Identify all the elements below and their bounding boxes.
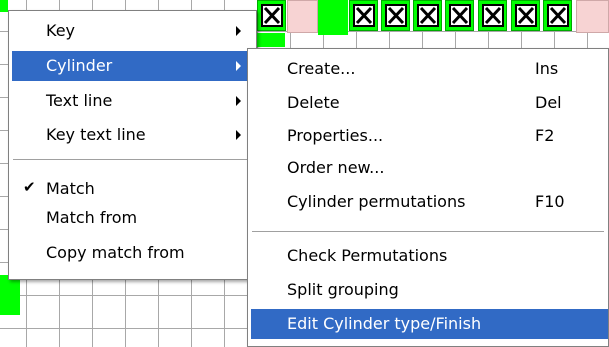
grid-cell-green[interactable] <box>0 275 20 315</box>
grid-cell-x-mark[interactable] <box>445 0 474 31</box>
menu-item-properties[interactable]: Properties... F2 <box>251 121 605 151</box>
x-mark-icon <box>549 6 567 25</box>
grid-cell-green[interactable] <box>257 33 285 47</box>
grid-cell-x-mark[interactable] <box>413 0 442 31</box>
checkmark-icon: ✔ <box>23 178 36 196</box>
grid-cell-x-mark[interactable] <box>257 0 286 31</box>
menu-item-text-line[interactable]: Text line <box>12 86 253 116</box>
grid-cell-x-mark[interactable] <box>478 0 507 31</box>
menu-item-label: Key text line <box>46 125 146 144</box>
menu-item-label: Key <box>46 21 76 40</box>
menu-item-create[interactable]: Create... Ins <box>251 54 605 84</box>
menu-item-label: Text line <box>46 91 113 110</box>
menu-item-check-permutations[interactable]: Check Permutations <box>251 241 605 271</box>
x-mark-icon <box>355 6 373 25</box>
menu-item-edit-cylinder-type[interactable]: Edit Cylinder type/Finish <box>251 309 608 339</box>
submenu-arrow-icon <box>236 26 241 36</box>
menu-item-label: Properties... <box>287 126 384 145</box>
menu-separator <box>13 159 252 160</box>
menu-item-delete[interactable]: Delete Del <box>251 88 605 118</box>
submenu-arrow-icon <box>236 96 241 106</box>
menu-item-label: Create... <box>287 59 356 78</box>
grid-cell-green[interactable] <box>318 0 348 35</box>
menu-item-label: Match from <box>46 208 138 227</box>
menu-item-copy-match-from[interactable]: Copy match from <box>12 238 253 268</box>
menu-item-cylinder-permutations[interactable]: Cylinder permutations F10 <box>251 187 605 217</box>
shortcut-label: Ins <box>535 59 559 78</box>
menu-item-cylinder[interactable]: Cylinder <box>12 51 253 81</box>
context-menu: Key Cylinder Text line Key text line ✔ M… <box>8 10 257 280</box>
grid-cell-x-mark[interactable] <box>349 0 378 31</box>
menu-item-match[interactable]: ✔ Match <box>12 174 253 204</box>
cylinder-submenu: Create... Ins Delete Del Properties... F… <box>247 48 609 347</box>
submenu-arrow-icon <box>236 130 241 140</box>
menu-item-key-text-line[interactable]: Key text line <box>12 120 253 150</box>
menu-item-split-grouping[interactable]: Split grouping <box>251 275 605 305</box>
menu-item-label: Edit Cylinder type/Finish <box>287 314 482 333</box>
grid-cell-green[interactable] <box>0 0 8 12</box>
menu-item-match-from[interactable]: Match from <box>12 203 253 233</box>
menu-item-label: Delete <box>287 93 340 112</box>
menu-item-order-new[interactable]: Order new... <box>251 153 605 183</box>
shortcut-label: F10 <box>535 192 565 211</box>
x-mark-icon <box>484 6 502 25</box>
menu-item-label: Cylinder <box>46 56 113 75</box>
grid-cell-x-mark[interactable] <box>381 0 410 31</box>
menu-item-label: Split grouping <box>287 280 399 299</box>
grid-cell-x-mark[interactable] <box>543 0 572 31</box>
menu-item-label: Cylinder permutations <box>287 192 466 211</box>
submenu-arrow-icon <box>236 61 241 71</box>
grid-cell-pink[interactable] <box>576 0 609 33</box>
menu-item-key[interactable]: Key <box>12 16 253 46</box>
menu-separator <box>252 231 604 232</box>
grid-cell-x-mark[interactable] <box>511 0 540 31</box>
x-mark-icon <box>263 6 281 25</box>
x-mark-icon <box>387 6 405 25</box>
x-mark-icon <box>451 6 469 25</box>
x-mark-icon <box>419 6 437 25</box>
shortcut-label: F2 <box>535 126 555 145</box>
menu-item-label: Match <box>46 179 95 198</box>
menu-item-label: Order new... <box>287 158 385 177</box>
grid-cell-pink[interactable] <box>287 0 318 33</box>
x-mark-icon <box>517 6 535 25</box>
shortcut-label: Del <box>535 93 562 112</box>
menu-item-label: Check Permutations <box>287 246 448 265</box>
menu-item-label: Copy match from <box>46 243 185 262</box>
